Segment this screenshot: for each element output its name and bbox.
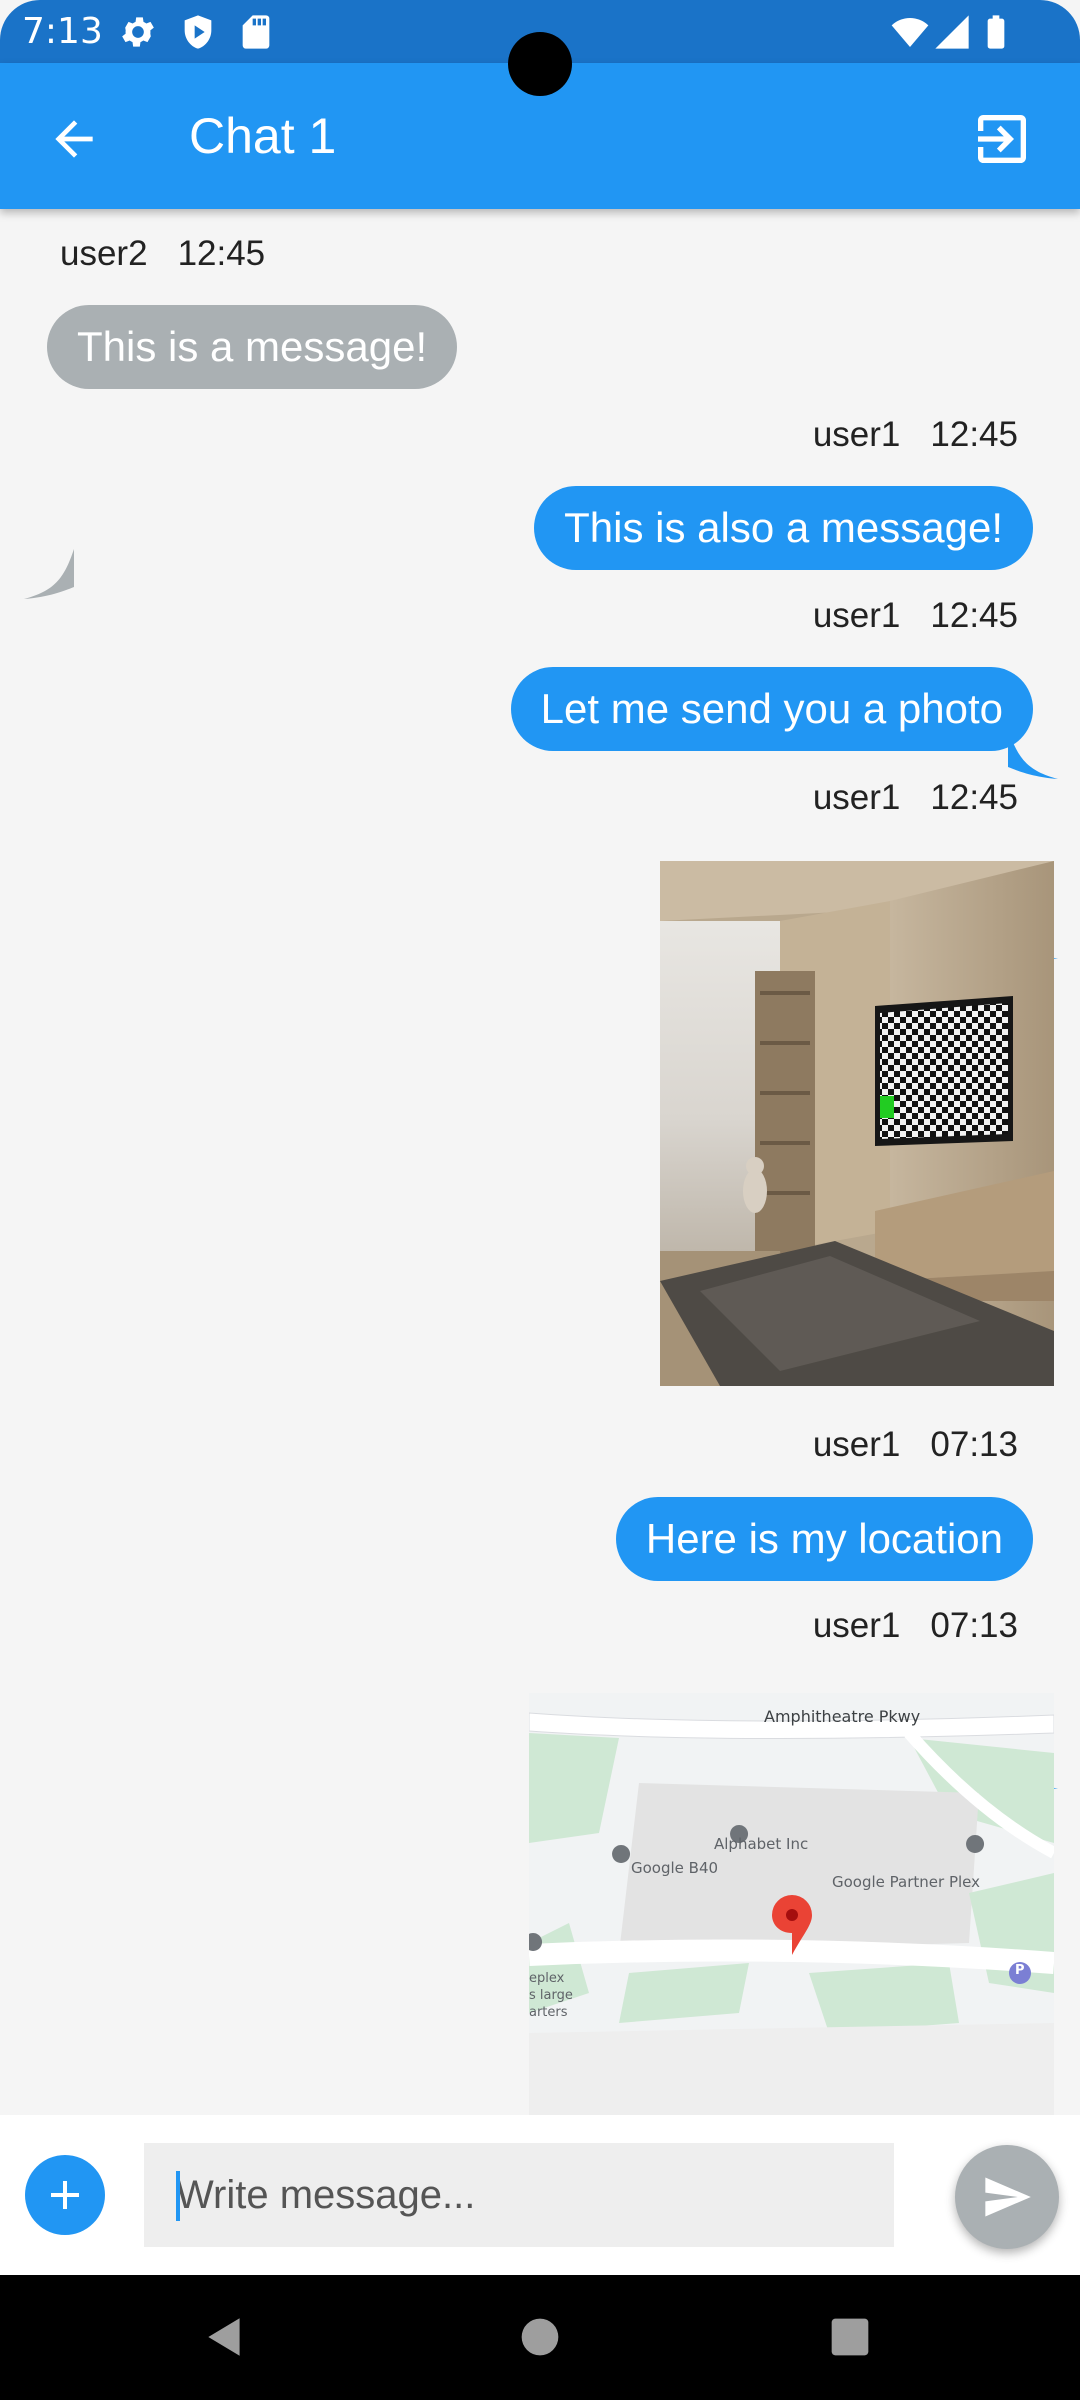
status-time: 7:13 [22, 11, 103, 52]
nav-home-button[interactable] [498, 2295, 582, 2379]
message-meta: user1 12:45 [813, 593, 1018, 639]
message-sender: user1 [812, 778, 901, 817]
bubble-tail [24, 549, 74, 599]
message-meta: user1 12:45 [813, 775, 1018, 821]
page-title: Chat 1 [189, 108, 337, 164]
message-time: 07:13 [930, 1425, 1018, 1464]
signal-icon [935, 15, 969, 49]
message-bubble-outgoing[interactable]: This is also a message! [534, 486, 1033, 570]
exit-icon [978, 115, 1026, 163]
message-meta: user1 07:13 [813, 1422, 1018, 1468]
location-map[interactable]: Amphitheatre Pkwy Alphabet Inc Google B4… [529, 1693, 1054, 2115]
message-sender: user2 [60, 234, 148, 273]
message-bubble-outgoing[interactable]: Let me send you a photo [510, 667, 1033, 751]
room-photo-image [660, 861, 1054, 1386]
message-sender: user1 [812, 415, 901, 454]
message-meta: user2 12:45 [60, 231, 265, 277]
message-sender: user1 [812, 1425, 901, 1464]
parking-icon: P [1015, 1963, 1025, 1978]
message-meta: user1 12:45 [813, 412, 1018, 458]
message-sender: user1 [812, 596, 901, 635]
nav-back-button[interactable] [183, 2295, 267, 2379]
map-poi-label: arters [529, 2005, 568, 2020]
system-nav-bar [0, 2275, 1080, 2400]
message-bubble-incoming[interactable]: This is a message! [47, 305, 458, 389]
home-circle-icon [521, 2318, 559, 2356]
message-input[interactable] [144, 2143, 894, 2247]
send-button[interactable] [955, 2145, 1059, 2249]
message-meta: user1 07:13 [813, 1603, 1018, 1649]
plus-icon [51, 2181, 79, 2209]
message-sender: user1 [812, 1606, 901, 1645]
message-time: 12:45 [930, 778, 1018, 817]
shield-icon [184, 15, 212, 49]
text-caret [176, 2171, 180, 2221]
back-triangle-icon [208, 2318, 240, 2356]
back-button[interactable] [38, 103, 110, 175]
camera-cutout [508, 32, 572, 96]
message-time: 12:45 [930, 415, 1018, 454]
battery-icon [987, 15, 1005, 49]
wifi-icon [891, 18, 929, 47]
message-time: 12:45 [930, 596, 1018, 635]
photo-message[interactable] [660, 861, 1054, 1386]
map-poi-label: Google B40 [631, 1859, 719, 1877]
map-poi-label: s large [529, 1988, 573, 2003]
message-bubble-outgoing[interactable]: Here is my location [615, 1497, 1033, 1581]
message-composer [0, 2115, 1080, 2275]
map-image [529, 1693, 1054, 2115]
send-icon [985, 2177, 1031, 2217]
chat-messages[interactable]: user2 12:45 This is a message! user1 12:45… [0, 209, 1080, 2115]
map-poi-label: eplex [529, 1971, 565, 1986]
add-attachment-button[interactable] [25, 2155, 105, 2235]
map-road-label: Amphitheatre Pkwy [764, 1707, 921, 1726]
message-time: 07:13 [930, 1606, 1018, 1645]
map-poi-label: Google Partner Plex [832, 1873, 981, 1891]
arrow-left-icon [55, 120, 93, 158]
recents-square-icon [831, 2318, 869, 2356]
map-poi-label: Alphabet Inc [714, 1835, 809, 1853]
gear-icon [122, 17, 154, 47]
exit-chat-button[interactable] [962, 103, 1042, 175]
message-time: 12:45 [177, 234, 266, 273]
nav-recents-button[interactable] [808, 2295, 892, 2379]
sd-card-icon [242, 15, 270, 49]
